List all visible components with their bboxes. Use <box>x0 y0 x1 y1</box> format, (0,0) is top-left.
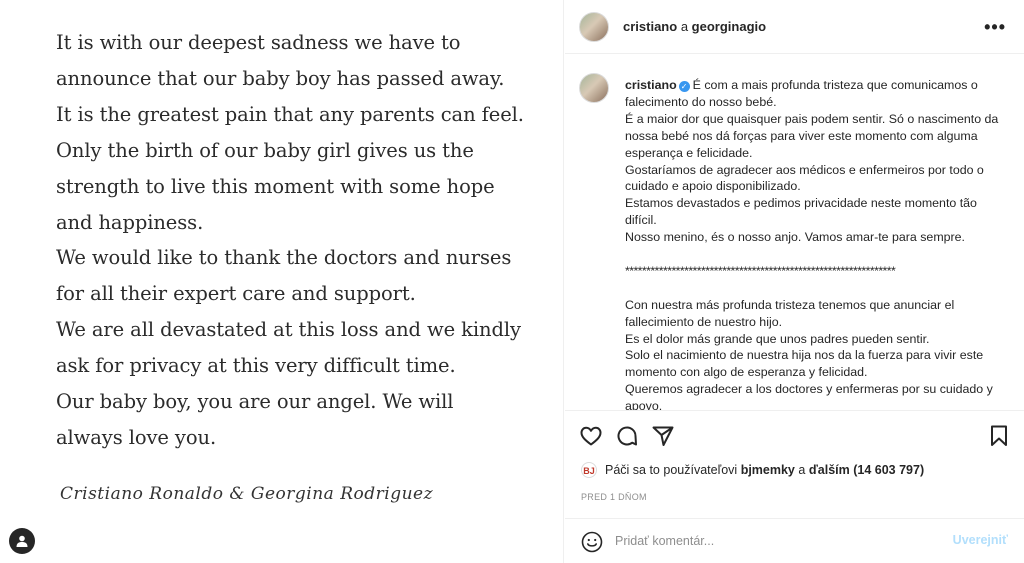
caption-line: É com a mais profunda tristeza que comun… <box>692 78 978 92</box>
send-icon <box>652 426 674 446</box>
statement-line: Our baby boy, you are our angel. We will <box>56 390 454 414</box>
caption-line: momento con algo de esperanza y felicida… <box>625 365 868 380</box>
likes-count-link[interactable]: ďalším (14 603 797) <box>809 463 924 477</box>
comment-bar: Uverejniť <box>565 519 1024 563</box>
caption-line: Es el dolor más grande que unos padres p… <box>625 331 930 346</box>
caption-line: apoyo. <box>625 399 663 410</box>
caption-line: nossa bebé nos dá forças para viver este… <box>625 128 978 143</box>
caption-text: cristiano ✓ É com a mais profunda tristeza… <box>625 77 1005 410</box>
statement-line: We would like to thank the doctors and n… <box>56 246 512 270</box>
post-authors: cristiano a georginagio <box>623 19 766 34</box>
statement-line: and happiness. <box>56 210 204 234</box>
like-button[interactable] <box>579 424 603 448</box>
post-timestamp[interactable]: PRED 1 DŇOM <box>581 492 647 502</box>
likes-summary: BJ Páči sa to používateľovi bjmemky a ďa… <box>581 462 924 478</box>
post-details-panel: cristiano a georginagio ••• cristiano ✓ É … <box>565 0 1024 563</box>
author-username[interactable]: cristiano <box>623 19 677 34</box>
likes-conjunction: a <box>798 463 806 477</box>
heart-icon <box>580 426 602 446</box>
signature: Cristiano Ronaldo & Georgina Rodriguez <box>60 484 434 504</box>
caption-line: Gostaríamos de agradecer aos médicos e e… <box>625 162 984 177</box>
caption-line: É a maior dor que quaisquer pais podem s… <box>625 111 999 126</box>
comment-input[interactable] <box>615 529 935 553</box>
statement-line: strength to live this moment with some h… <box>56 174 495 198</box>
caption-line: Queremos agradecer a los doctores y enfe… <box>625 382 993 397</box>
statement-line: ask for privacy at this very difficult t… <box>56 354 456 378</box>
share-button[interactable] <box>651 424 675 448</box>
save-button[interactable] <box>987 424 1011 448</box>
comment-button[interactable] <box>615 424 639 448</box>
user-tag-button[interactable] <box>9 528 35 554</box>
caption-line: difícil. <box>625 213 657 228</box>
caption-avatar[interactable] <box>579 73 609 103</box>
statement-line: It is the greatest pain that any parents… <box>56 102 524 126</box>
person-icon <box>16 535 28 547</box>
caption-line: cuidado e apoio disponibilizado. <box>625 179 801 194</box>
statement-line: Only the birth of our baby girl gives us… <box>56 138 474 162</box>
caption-line: Solo el nacimiento de nuestra hija nos d… <box>625 348 984 363</box>
author-connector: a <box>680 19 689 34</box>
caption-first-line: cristiano ✓ É com a mais profunda tristeza… <box>625 77 1005 94</box>
caption-username[interactable]: cristiano <box>625 78 677 92</box>
statement-line: We are all devastated at this loss and w… <box>56 318 521 342</box>
likes-prefix: Páči sa to používateľovi <box>605 463 738 477</box>
caption-line: falecimento do nosso bebé. <box>625 94 777 109</box>
divider <box>565 410 1024 411</box>
bookmark-icon <box>991 425 1007 446</box>
statement-line: It is with our deepest sadness we have t… <box>56 31 461 54</box>
statement-line: always love you. <box>56 425 217 449</box>
more-options-button[interactable]: ••• <box>984 17 1006 38</box>
more-horizontal-icon: ••• <box>984 17 1006 37</box>
statement-line: for all their expert care and support. <box>56 282 416 306</box>
liker-username[interactable]: bjmemky <box>741 463 795 477</box>
action-bar <box>579 424 1011 450</box>
post-header: cristiano a georginagio ••• <box>565 0 1024 54</box>
emoji-icon <box>581 531 603 553</box>
post-image: It is with our deepest sadness we have t… <box>0 0 564 563</box>
emoji-button[interactable] <box>581 531 603 558</box>
caption-area: cristiano ✓ É com a mais profunda tristeza… <box>565 55 1024 410</box>
caption-line: esperança e felicidade. <box>625 145 753 160</box>
caption-separator: ****************************************… <box>625 263 896 278</box>
comment-icon <box>617 426 637 446</box>
statement-text: It is with our deepest sadness we have t… <box>56 25 556 456</box>
verified-badge-icon: ✓ <box>678 81 690 92</box>
author-avatar[interactable] <box>579 11 609 42</box>
caption-line: Estamos devastados e pedimos privacidade… <box>625 196 977 211</box>
collaborator-username[interactable]: georginagio <box>692 19 766 34</box>
caption-line: Con nuestra más profunda tristeza tenemo… <box>625 297 955 312</box>
liker-avatar[interactable]: BJ <box>581 462 597 478</box>
statement-line: announce that our baby boy has passed aw… <box>56 66 505 90</box>
caption-line: fallecimiento de nuestro hijo. <box>625 314 783 329</box>
post-comment-button[interactable]: Uverejniť <box>953 533 1008 547</box>
caption-line: Nosso menino, és o nosso anjo. Vamos ama… <box>625 230 965 245</box>
